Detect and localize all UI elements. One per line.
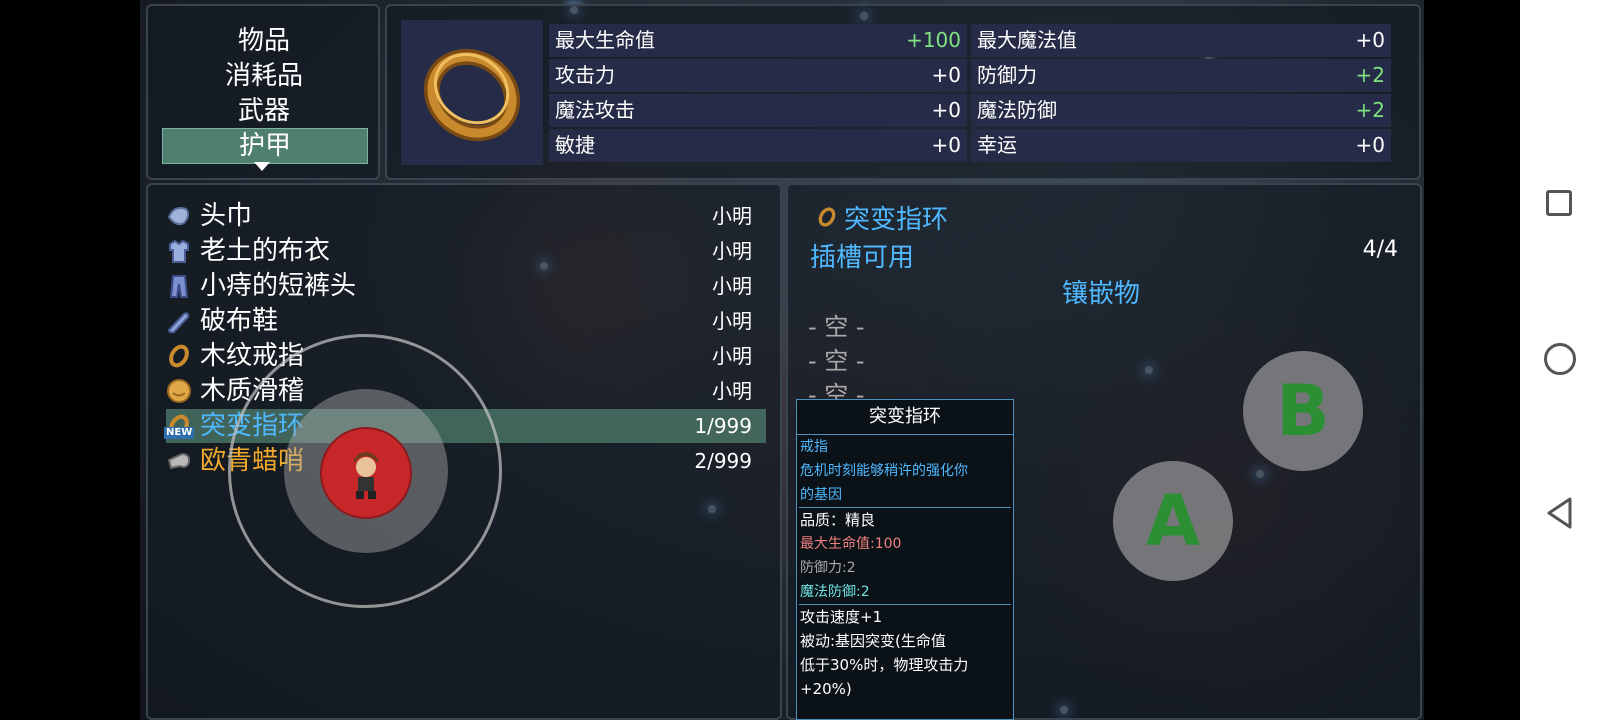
list-item[interactable]: 头巾 小明 bbox=[166, 199, 766, 233]
stat-label: 最大魔法值 bbox=[977, 28, 1077, 52]
tooltip-quality: 品质：精良 bbox=[800, 511, 876, 529]
item-preview bbox=[401, 20, 543, 165]
stat-magic-defense: 魔法防御 +2 bbox=[971, 94, 1391, 127]
item-tooltip: 突变指环 戒指 危机时刻能够稍许的强化你 的基因 品质：精良 最大生命值:100… bbox=[796, 399, 1014, 720]
stat-value: +0 bbox=[931, 63, 961, 87]
item-name: 头巾 bbox=[200, 201, 253, 231]
stat-value: +0 bbox=[931, 133, 961, 157]
stat-max-hp: 最大生命值 +100 bbox=[549, 24, 967, 57]
list-item[interactable]: 木纹戒指 小明 bbox=[166, 339, 766, 373]
item-owner: 小明 bbox=[712, 239, 752, 263]
back-icon[interactable] bbox=[1544, 496, 1576, 530]
stat-label: 攻击力 bbox=[555, 63, 615, 87]
stat-value: +100 bbox=[906, 28, 961, 52]
tooltip-type: 戒指 bbox=[800, 439, 828, 455]
tooltip-passive: +20%) bbox=[800, 680, 852, 698]
empty-slot[interactable]: - 空 - bbox=[808, 341, 865, 376]
new-badge: NEW bbox=[164, 427, 195, 439]
category-weapons[interactable]: 武器 bbox=[162, 94, 366, 128]
tooltip-passive: 低于30%时，物理攻击力 bbox=[800, 656, 969, 674]
chevron-down-icon[interactable] bbox=[254, 162, 270, 171]
item-name: 破布鞋 bbox=[200, 306, 279, 336]
detail-item-title: 突变指环 bbox=[844, 205, 949, 235]
a-button[interactable]: A bbox=[1113, 461, 1233, 581]
android-nav-bar bbox=[1520, 0, 1600, 720]
b-button[interactable]: B bbox=[1243, 351, 1363, 471]
item-quantity: 1/999 bbox=[694, 414, 752, 438]
stat-value: +0 bbox=[931, 98, 961, 122]
item-owner: 小明 bbox=[712, 274, 752, 298]
category-consumables[interactable]: 消耗品 bbox=[162, 59, 366, 93]
slot-label: 插槽可用 bbox=[810, 243, 915, 273]
stat-label: 幸运 bbox=[977, 133, 1017, 157]
stat-value: +2 bbox=[1355, 98, 1385, 122]
item-name: 小痔的短裤头 bbox=[200, 271, 357, 301]
tooltip-desc: 的基因 bbox=[800, 487, 842, 503]
stat-magic-attack: 魔法攻击 +0 bbox=[549, 94, 967, 127]
list-item[interactable]: 破布鞋 小明 bbox=[166, 304, 766, 338]
slot-count: 4/4 bbox=[1362, 237, 1398, 262]
mutation-ring-icon bbox=[423, 48, 521, 142]
item-owner: 小明 bbox=[712, 309, 752, 333]
tooltip-passive: 被动:基因突变(生命值 bbox=[800, 632, 946, 650]
character-avatar-icon bbox=[354, 452, 378, 499]
stats-panel: 最大生命值 +100 攻击力 +0 魔法攻击 +0 敏捷 +0 最大魔法值 +0… bbox=[385, 4, 1421, 180]
shorts-icon bbox=[169, 275, 189, 298]
mutation-ring-icon bbox=[818, 207, 836, 227]
item-owner: 小明 bbox=[712, 379, 752, 403]
item-owner: 小明 bbox=[712, 204, 752, 228]
bandana-icon bbox=[167, 207, 190, 226]
item-owner: 小明 bbox=[712, 344, 752, 368]
wood-ring-icon bbox=[169, 344, 189, 368]
list-item[interactable]: 小痔的短裤头 小明 bbox=[166, 269, 766, 303]
recent-apps-icon[interactable] bbox=[1546, 190, 1572, 216]
shoe-icon bbox=[167, 312, 190, 334]
stat-label: 魔法防御 bbox=[977, 98, 1057, 122]
category-armor[interactable]: 护甲 bbox=[162, 128, 368, 164]
stat-value: +0 bbox=[1355, 28, 1385, 52]
empty-slot[interactable]: - 空 - bbox=[808, 307, 865, 342]
tooltip-desc: 危机时刻能够稍许的强化你 bbox=[800, 463, 968, 479]
item-name: 老土的布衣 bbox=[200, 236, 331, 266]
inlay-label: 镶嵌物 bbox=[1062, 279, 1141, 309]
category-items[interactable]: 物品 bbox=[162, 24, 366, 58]
stat-label: 防御力 bbox=[977, 63, 1037, 87]
stat-label: 魔法攻击 bbox=[555, 98, 635, 122]
stat-agility: 敏捷 +0 bbox=[549, 129, 967, 162]
list-item[interactable]: 老土的布衣 小明 bbox=[166, 234, 766, 268]
stat-luck: 幸运 +0 bbox=[971, 129, 1391, 162]
joystick-knob[interactable] bbox=[322, 429, 410, 517]
wood-face-icon bbox=[167, 379, 191, 403]
tooltip-stat-def: 防御力:2 bbox=[800, 560, 856, 576]
stat-label: 最大生命值 bbox=[555, 28, 655, 52]
category-panel: 物品 消耗品 武器 护甲 bbox=[146, 4, 380, 180]
tooltip-stat-hp: 最大生命值:100 bbox=[800, 536, 902, 552]
item-quantity: 2/999 bbox=[694, 449, 752, 473]
tooltip-speed: 攻击速度+1 bbox=[800, 608, 883, 626]
stat-max-mp: 最大魔法值 +0 bbox=[971, 24, 1391, 57]
stat-label: 敏捷 bbox=[555, 133, 595, 157]
cloth-shirt-icon bbox=[169, 239, 189, 263]
whistle-icon bbox=[167, 452, 191, 470]
tooltip-stat-mdef: 魔法防御:2 bbox=[800, 584, 870, 600]
stat-attack: 攻击力 +0 bbox=[549, 59, 967, 92]
stat-value: +0 bbox=[1355, 133, 1385, 157]
stat-value: +2 bbox=[1355, 63, 1385, 87]
tooltip-title: 突变指环 bbox=[797, 400, 1013, 435]
home-icon[interactable] bbox=[1544, 343, 1576, 375]
stat-defense: 防御力 +2 bbox=[971, 59, 1391, 92]
